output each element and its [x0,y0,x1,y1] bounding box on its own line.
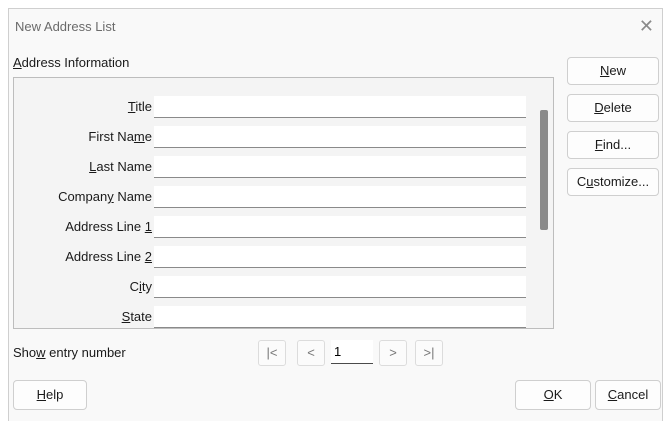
address-information-heading: Address Information [13,55,130,70]
field-row-last-name: Last Name [14,154,544,180]
field-row-title: Title [14,94,544,120]
address-line-2-field[interactable] [154,246,526,268]
address-line-1-label: Address Line 1 [65,219,152,234]
field-row-city: City [14,274,544,300]
field-row-address-line-1: Address Line 1 [14,214,544,240]
state-label: State [121,309,152,324]
city-label: City [129,279,152,294]
next-entry-button[interactable]: > [379,340,407,366]
title-label: Title [127,99,152,114]
cancel-button[interactable]: Cancel [595,380,661,410]
field-row-address-line-2: Address Line 2 [14,244,544,270]
last-entry-button[interactable]: >| [415,340,443,366]
first-name-label: First Name [88,129,152,144]
scrollbar-thumb[interactable] [540,110,548,230]
first-name-field[interactable] [154,126,526,148]
title-field[interactable] [154,96,526,118]
entry-number-field[interactable] [331,340,373,364]
find-button[interactable]: Find... [567,131,659,159]
company-name-label: Company Name [58,189,152,204]
field-row-first-name: First Name [14,124,544,150]
close-icon[interactable]: ✕ [639,16,654,36]
delete-button[interactable]: Delete [567,94,659,122]
field-row-company-name: Company Name [14,184,544,210]
field-row-state: State [14,304,544,328]
ok-button[interactable]: OK [515,380,591,410]
company-name-field[interactable] [154,186,526,208]
dialog-title: New Address List [15,19,116,34]
state-field[interactable] [154,306,526,328]
last-name-field[interactable] [154,156,526,178]
new-button[interactable]: New [567,57,659,85]
customize-button[interactable]: Customize... [567,168,659,196]
help-button[interactable]: Help [13,380,87,410]
new-address-list-dialog: New Address List ✕ Address Information T… [8,8,663,421]
city-field[interactable] [154,276,526,298]
address-fields-panel: Title First Name Last Name Company Name … [13,77,554,329]
show-entry-number-label: Show entry number [13,345,126,360]
address-line-2-label: Address Line 2 [65,249,152,264]
title-bar: New Address List ✕ [9,9,662,45]
previous-entry-button[interactable]: < [297,340,325,366]
address-line-1-field[interactable] [154,216,526,238]
last-name-label: Last Name [89,159,152,174]
first-entry-button[interactable]: |< [258,340,286,366]
